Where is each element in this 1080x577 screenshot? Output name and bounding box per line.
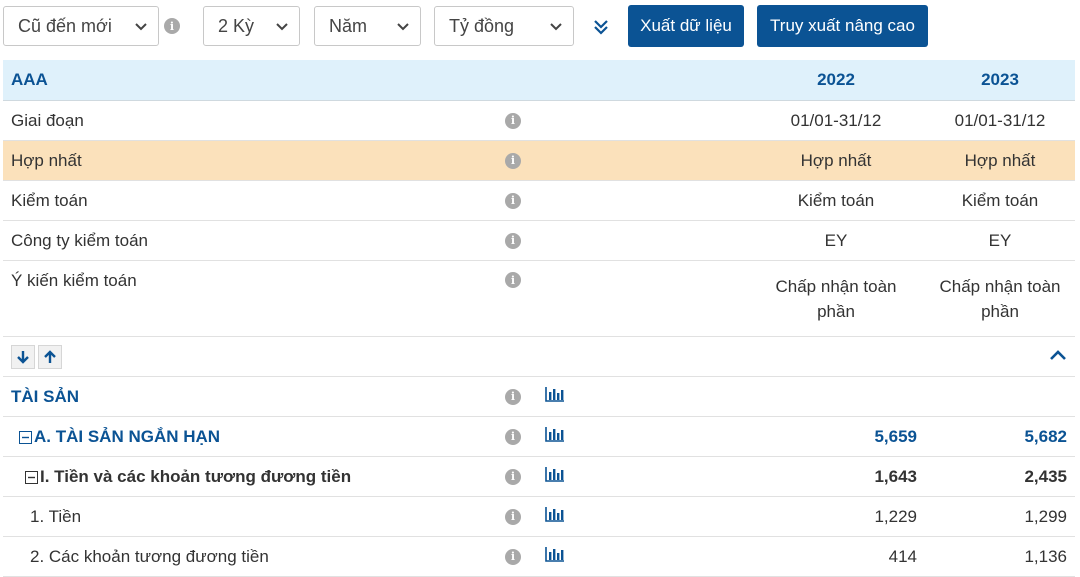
bar-chart-icon[interactable]	[545, 386, 565, 402]
info-icon[interactable]: i	[505, 192, 521, 209]
cell-2022: 1,643	[747, 456, 925, 497]
cell-2022: Chấp nhận toàn phần	[747, 260, 925, 337]
cell-2022: 1,229	[747, 496, 925, 537]
cell-2023: 1,299	[925, 496, 1075, 537]
unit-select[interactable]: Tỷ đồng	[434, 6, 574, 46]
financial-table: AAA 2022 2023 Giai đoạn i 01/01-31/12 01…	[3, 60, 1075, 577]
arrow-down-icon	[17, 350, 29, 364]
unit-value: Tỷ đồng	[449, 15, 515, 36]
bar-chart-icon[interactable]	[545, 546, 565, 562]
cell-2023: 5,682	[925, 416, 1075, 457]
chevron-down-icon	[397, 23, 409, 31]
cell-2023: 01/01-31/12	[925, 100, 1075, 141]
row-label: 2. Các khoản tương đương tiền	[3, 536, 497, 577]
chevron-down-icon	[135, 23, 147, 31]
row-label: Kiểm toán	[3, 180, 497, 221]
table-row-cash: 1. Tiền i 1,229 1,299	[3, 496, 1075, 537]
arrow-down-button[interactable]	[11, 344, 35, 369]
info-icon[interactable]: i	[505, 548, 521, 565]
table-row-cash-equivalents-detail: 2. Các khoản tương đương tiền i 414 1,13…	[3, 536, 1075, 577]
toolbar: Cũ đến mới i 2 Kỳ Năm Tỷ đồng Xuất dữ li…	[0, 0, 1080, 56]
cell-2022: Kiểm toán	[747, 180, 925, 221]
bar-chart-icon[interactable]	[545, 426, 565, 442]
cell-2022: 01/01-31/12	[747, 100, 925, 141]
arrow-up-icon	[44, 349, 56, 363]
table-header-row: AAA 2022 2023	[3, 60, 1075, 101]
cell-2022: 5,659	[747, 416, 925, 457]
cell-2023: Chấp nhận toàn phần	[925, 260, 1075, 337]
info-icon[interactable]: i	[505, 272, 521, 288]
arrow-up-button[interactable]	[38, 344, 62, 369]
collapse-minus-icon[interactable]	[25, 470, 38, 484]
sort-order-value: Cũ đến mới	[18, 15, 112, 36]
cell-2023: EY	[925, 220, 1075, 261]
period-type-value: Năm	[329, 15, 368, 36]
info-icon[interactable]: i	[505, 388, 521, 405]
table-row-current-assets: A. TÀI SẢN NGẮN HẠN i 5,659 5,682	[3, 416, 1075, 457]
cell-2022: 414	[747, 536, 925, 577]
row-label: Công ty kiểm toán	[3, 220, 497, 261]
cell-2023: Kiểm toán	[925, 180, 1075, 221]
cell-2023: 2,435	[925, 456, 1075, 497]
info-icon[interactable]: i	[505, 468, 521, 485]
bar-chart-icon[interactable]	[545, 466, 565, 482]
row-label: Ý kiến kiểm toán	[3, 260, 497, 337]
row-label: Giai đoạn	[3, 100, 497, 141]
collapse-chevron-up-icon[interactable]	[1049, 348, 1067, 362]
cell-2023: 1,136	[925, 536, 1075, 577]
period-type-select[interactable]: Năm	[314, 6, 421, 46]
periods-select[interactable]: 2 Kỳ	[203, 6, 300, 46]
info-row-audit-opinion: Ý kiến kiểm toán i Chấp nhận toàn phần C…	[3, 260, 1075, 337]
year-2022-header: 2022	[747, 60, 925, 101]
double-chevron-down-icon[interactable]	[591, 17, 611, 37]
controls-row	[3, 336, 1075, 377]
chevron-down-icon	[550, 23, 562, 31]
info-row-auditor: Công ty kiểm toán i EY EY	[3, 220, 1075, 261]
info-icon[interactable]: i	[505, 152, 521, 169]
info-icon[interactable]: i	[505, 232, 521, 249]
periods-value: 2 Kỳ	[218, 15, 255, 36]
info-row-period: Giai đoạn i 01/01-31/12 01/01-31/12	[3, 100, 1075, 141]
row-label: I. Tiền và các khoản tương đương tiền	[40, 466, 352, 486]
row-label: A. TÀI SẢN NGẮN HẠN	[34, 426, 221, 446]
info-icon[interactable]: i	[505, 508, 521, 525]
cell-2022: Hợp nhất	[747, 140, 925, 181]
bar-chart-icon[interactable]	[545, 506, 565, 522]
table-row-cash-equivalents: I. Tiền và các khoản tương đương tiền i …	[3, 456, 1075, 497]
row-label: 1. Tiền	[3, 496, 497, 537]
section-row-assets: TÀI SẢN i	[3, 376, 1075, 417]
collapse-minus-icon[interactable]	[19, 430, 32, 444]
export-data-button[interactable]: Xuất dữ liệu	[628, 5, 744, 47]
cell-2022: EY	[747, 220, 925, 261]
year-2023-header: 2023	[925, 60, 1075, 101]
sort-order-select[interactable]: Cũ đến mới	[3, 6, 159, 46]
info-icon[interactable]: i	[505, 112, 521, 129]
section-title: TÀI SẢN	[3, 376, 497, 417]
cell-2023: Hợp nhất	[925, 140, 1075, 181]
advanced-query-button[interactable]: Truy xuất nâng cao	[757, 5, 928, 47]
info-icon[interactable]: i	[505, 428, 521, 445]
info-row-consolidated: Hợp nhất i Hợp nhất Hợp nhất	[3, 140, 1075, 181]
chevron-down-icon	[276, 23, 288, 31]
ticker-label: AAA	[3, 60, 497, 101]
info-row-audited: Kiểm toán i Kiểm toán Kiểm toán	[3, 180, 1075, 221]
info-icon[interactable]: i	[164, 18, 180, 34]
row-label: Hợp nhất	[3, 140, 497, 181]
